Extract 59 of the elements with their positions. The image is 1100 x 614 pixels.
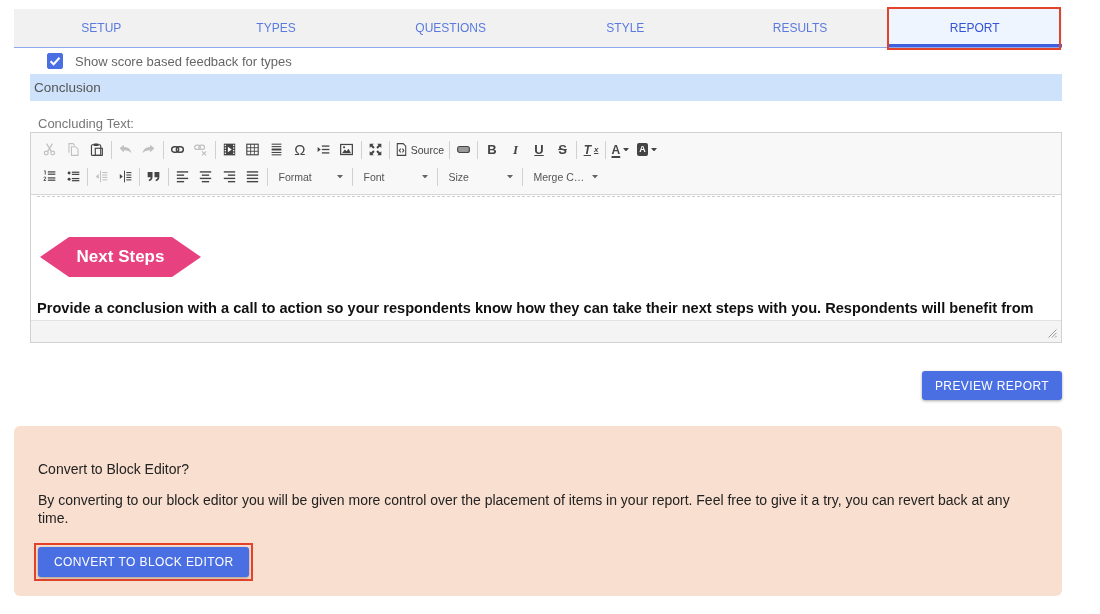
caret-icon: [591, 174, 598, 179]
toolbar-dropdown[interactable]: Font: [355, 166, 434, 187]
bold-button[interactable]: B: [481, 138, 504, 161]
resize-grip-icon[interactable]: [1048, 329, 1057, 338]
source-button[interactable]: Source: [392, 138, 447, 161]
checkbox[interactable]: [47, 53, 63, 69]
link-icon: [170, 143, 184, 156]
preview-report-button[interactable]: PREVIEW REPORT: [921, 371, 1062, 400]
horizontal-rule-icon: [269, 143, 283, 156]
image-icon: [340, 143, 354, 156]
section-header: Conclusion: [30, 74, 1062, 101]
unlink-icon: [194, 143, 208, 156]
checkbox-label: Show score based feedback for types: [75, 53, 292, 69]
caret-icon: [623, 147, 630, 152]
text-field-icon: [457, 143, 471, 156]
caret-icon: [506, 174, 513, 179]
tab[interactable]: QUESTIONS: [363, 9, 538, 47]
clipboard-icon: [90, 143, 104, 156]
toolbar-dropdown[interactable]: Merge C…: [525, 166, 604, 187]
quote-icon: [147, 170, 161, 183]
tab[interactable]: SETUP: [14, 9, 189, 47]
caret-icon: [651, 147, 658, 152]
paragraph: Provide a conclusion with a call to action so your respondents know how they can take their next steps with you. Respondents will benefit from: [37, 299, 1034, 317]
panel-text: By converting to our block editor you will be given more control over the placement of items in your report. Feel free to give it a try, you can revert back at any time.: [38, 491, 1011, 527]
panel-title: Convert to Block Editor?: [38, 460, 190, 478]
toolbar-dropdown[interactable]: Format: [270, 166, 349, 187]
align-justify-icon: [246, 170, 260, 183]
check-icon: [49, 55, 61, 67]
align-right-icon: [222, 170, 236, 183]
indent-icon: [118, 170, 132, 183]
heading-banner: Next Steps: [40, 237, 201, 277]
numbered-list-icon: [43, 170, 57, 183]
text-color-button[interactable]: A: [608, 138, 633, 161]
bullet-list-icon: [66, 170, 80, 183]
special-character-button[interactable]: Ω: [288, 138, 311, 161]
strikethrough-button[interactable]: S: [551, 138, 574, 161]
tab[interactable]: REPORT: [887, 9, 1063, 47]
align-center-icon: [199, 170, 213, 183]
copy-icon: [66, 143, 80, 156]
field-label: Concluding Text:: [38, 115, 135, 132]
tab[interactable]: RESULTS: [712, 9, 888, 47]
table-icon: [246, 143, 260, 156]
undo-icon: [118, 143, 132, 156]
underline-button[interactable]: U: [528, 138, 551, 161]
toolbar-dropdown[interactable]: Size: [440, 166, 519, 187]
arrow-lines-icon: [316, 143, 330, 156]
align-left-icon: [175, 170, 189, 183]
scissors-icon: [43, 143, 57, 156]
caret-icon: [421, 174, 428, 179]
tab[interactable]: TYPES: [188, 9, 364, 47]
convert-button[interactable]: CONVERT TO BLOCK EDITOR: [38, 547, 250, 577]
tab[interactable]: STYLE: [538, 9, 713, 47]
caret-icon: [336, 174, 343, 179]
outdent-icon: [95, 170, 109, 183]
background-color-button[interactable]: A: [633, 138, 661, 161]
italic-button[interactable]: I: [504, 138, 527, 161]
code-document-icon: [394, 143, 408, 156]
expand-arrows-icon: [368, 143, 382, 156]
film-play-icon: [222, 143, 236, 156]
